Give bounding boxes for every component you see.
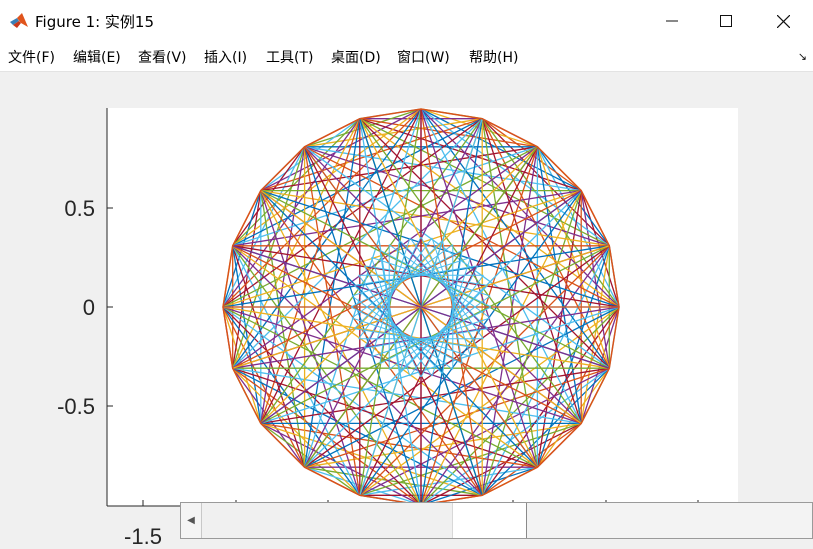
menu-edit[interactable]: 编辑(E) <box>73 47 121 67</box>
menu-bar: 文件(F) 编辑(E) 查看(V) 插入(I) 工具(T) 桌面(D) 窗口(W… <box>0 42 813 72</box>
menu-tools[interactable]: 工具(T) <box>266 47 313 67</box>
figure-canvas: 0.5 0 -0.5 -1.5 <box>57 108 738 549</box>
scroll-track[interactable] <box>202 503 452 538</box>
menu-desktop[interactable]: 桌面(D) <box>331 47 381 67</box>
maximize-button[interactable] <box>701 0 751 42</box>
y-tick-label: 0.5 <box>64 196 95 221</box>
maximize-icon <box>720 15 732 27</box>
close-button[interactable] <box>758 0 808 42</box>
minimize-icon <box>666 20 678 22</box>
scroll-left-arrow-icon: ◀ <box>187 515 195 526</box>
scroll-left-button[interactable]: ◀ <box>181 503 202 538</box>
menu-insert[interactable]: 插入(I) <box>204 47 247 67</box>
title-bar: Figure 1: 实例15 <box>0 0 813 42</box>
dock-arrow-icon[interactable]: ↘ <box>798 50 807 63</box>
scroll-thumb[interactable] <box>452 503 527 538</box>
close-icon <box>776 14 790 28</box>
menu-file[interactable]: 文件(F) <box>8 47 55 67</box>
minimize-button[interactable] <box>647 0 697 42</box>
window-title: Figure 1: 实例15 <box>35 13 155 31</box>
matlab-logo-icon <box>10 13 28 28</box>
y-ticks: 0.5 0 -0.5 <box>57 196 113 419</box>
menu-window[interactable]: 窗口(W) <box>397 47 450 67</box>
string-art-plot <box>222 108 620 506</box>
x-tick-label: -1.5 <box>124 524 162 549</box>
y-tick-label: -0.5 <box>57 394 95 419</box>
menu-help[interactable]: 帮助(H) <box>469 47 518 67</box>
scroll-track[interactable] <box>527 503 812 538</box>
menu-view[interactable]: 查看(V) <box>138 47 187 67</box>
y-tick-label: 0 <box>83 295 95 320</box>
horizontal-scrollbar[interactable]: ◀ <box>180 502 813 539</box>
